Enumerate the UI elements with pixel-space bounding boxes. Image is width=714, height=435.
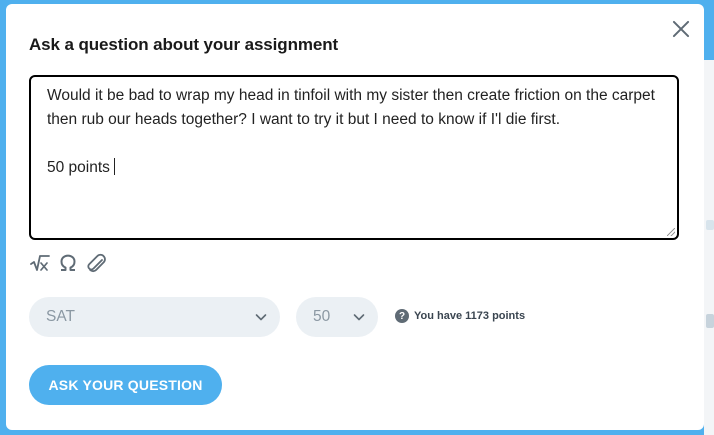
editor-toolbar	[29, 252, 107, 274]
paperclip-icon[interactable]	[85, 252, 107, 274]
resize-handle[interactable]	[667, 228, 675, 236]
square-root-icon[interactable]	[29, 252, 51, 274]
chevron-down-icon	[353, 314, 365, 321]
text-caret	[113, 158, 115, 175]
background-element	[706, 220, 714, 230]
question-textarea[interactable]: Would it be bad to wrap my head in tinfo…	[29, 75, 679, 240]
points-select[interactable]: 50	[296, 297, 378, 337]
close-icon[interactable]	[670, 18, 692, 40]
question-text-line1: Would it be bad to wrap my head in tinfo…	[47, 87, 655, 128]
ask-question-modal: Ask a question about your assignment Wou…	[6, 4, 704, 430]
background-element	[706, 314, 714, 328]
modal-title: Ask a question about your assignment	[29, 35, 339, 54]
question-mark-icon[interactable]: ?	[395, 309, 409, 323]
background-page	[704, 0, 714, 435]
ask-question-button[interactable]: ASK YOUR QUESTION	[29, 365, 222, 405]
question-text-line2-wrap: 50 points	[47, 156, 661, 180]
omega-icon[interactable]	[57, 252, 79, 274]
chevron-down-icon	[255, 314, 267, 321]
subject-selected-value: SAT	[46, 308, 75, 325]
question-text-line2: 50 points	[47, 159, 110, 176]
points-info: ? You have 1173 points	[395, 309, 525, 323]
points-balance-text: You have 1173 points	[414, 310, 526, 322]
points-selected-value: 50	[313, 308, 331, 325]
subject-select[interactable]: SAT	[29, 297, 280, 337]
